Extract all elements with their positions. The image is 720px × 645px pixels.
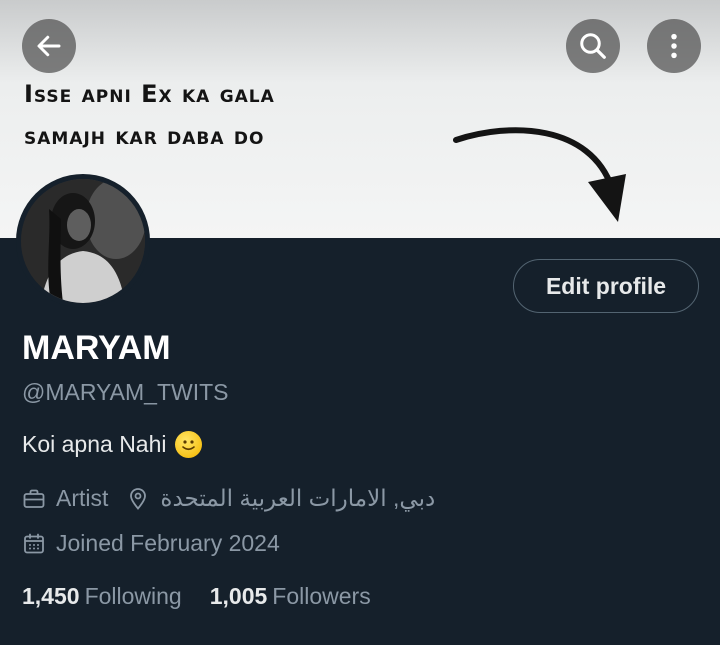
profession-text: Artist: [56, 485, 109, 511]
curved-arrow-icon: [453, 127, 626, 222]
profile-meta-row: Artist دبي, الامارات العربية المتحدة: [22, 485, 435, 512]
profile-avatar[interactable]: [16, 174, 150, 308]
more-options-button[interactable]: [647, 19, 701, 73]
joined-date-text: Joined February 2024: [56, 530, 280, 556]
avatar-image: [21, 179, 145, 303]
arrow-left-icon: [37, 35, 61, 57]
following-label: Following: [84, 583, 182, 609]
followers-count: 1,005: [209, 583, 268, 609]
banner-text-line-2: samajh kar daba do: [24, 122, 265, 150]
banner-text-line-1: Isse apni Ex ka gala: [24, 80, 275, 108]
location-text: دبي, الامارات العربية المتحدة: [160, 485, 436, 511]
followers-label: Followers: [272, 583, 371, 609]
location-pin-icon: [130, 487, 147, 510]
followers-link[interactable]: 1,005 Followers: [210, 583, 371, 610]
back-button[interactable]: [22, 19, 76, 73]
profile-bio: Koi apna Nahi: [22, 431, 202, 458]
smiling-face-emoji-icon: [174, 431, 202, 458]
profile-name: MARYAM: [22, 329, 171, 367]
following-count: 1,450: [22, 583, 80, 609]
search-button[interactable]: [566, 19, 620, 73]
more-vertical-icon: [671, 33, 677, 59]
edit-profile-button[interactable]: Edit profile: [513, 259, 699, 313]
profile-joined-row: Joined February 2024: [22, 530, 280, 557]
briefcase-icon: [23, 489, 45, 508]
search-icon: [580, 33, 606, 59]
calendar-icon: [24, 533, 44, 553]
profile-stats: 1,450 Following 1,005 Followers: [22, 583, 371, 610]
following-link[interactable]: 1,450 Following: [22, 583, 182, 610]
profile-handle: @MARYAM_TWITS: [22, 379, 229, 405]
bio-text: Koi apna Nahi: [22, 431, 167, 457]
